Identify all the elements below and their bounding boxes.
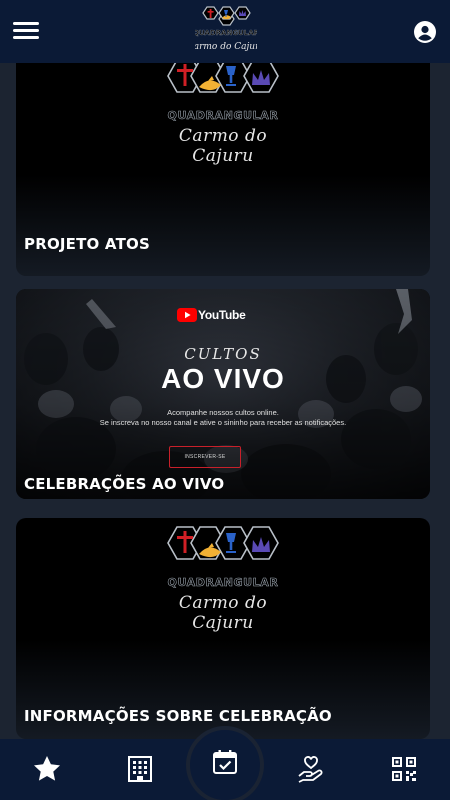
star-icon[interactable] bbox=[32, 754, 62, 784]
live-description-line1: Acompanhe nossos cultos online. bbox=[167, 408, 279, 417]
brand-name: QUADRANGULAR bbox=[167, 109, 279, 123]
card-projeto-atos[interactable]: QUADRANGULAR Carmo do Cajuru PROJETO ATO… bbox=[16, 63, 430, 276]
app-header: QUADRANGULAR Carmo do Cajuru bbox=[0, 0, 450, 63]
svg-text:Carmo do Cajuru: Carmo do Cajuru bbox=[195, 42, 257, 52]
account-circle-icon[interactable] bbox=[413, 20, 437, 44]
card-title: INFORMAÇÕES SOBRE CELEBRAÇÃO bbox=[24, 707, 332, 725]
brand-subtitle: Carmo do Cajuru bbox=[178, 126, 268, 166]
card-title: CELEBRAÇÕES AO VIVO bbox=[24, 475, 225, 493]
hamburger-menu-icon[interactable] bbox=[13, 21, 39, 41]
card-celebracoes-ao-vivo[interactable]: YouTube CULTOS AO VIVO Acompanhe nossos … bbox=[16, 289, 430, 499]
building-icon[interactable] bbox=[125, 754, 155, 784]
heart-hand-icon[interactable] bbox=[296, 754, 326, 784]
content-feed[interactable]: QUADRANGULAR Carmo do Cajuru PROJETO ATO… bbox=[0, 63, 450, 739]
brand-subtitle: Carmo do Cajuru bbox=[178, 593, 268, 633]
card-informacoes-celebracao[interactable]: QUADRANGULAR Carmo do Cajuru INFORMAÇÕES… bbox=[16, 518, 430, 739]
subscribe-button[interactable]: INSCREVER-SE bbox=[169, 446, 241, 468]
church-logo-icon[interactable]: QUADRANGULAR Carmo do Cajuru bbox=[195, 5, 257, 59]
ao-vivo-heading: AO VIVO bbox=[161, 363, 285, 394]
youtube-play-icon bbox=[177, 308, 197, 322]
calendar-check-icon[interactable] bbox=[211, 748, 239, 776]
card-title: PROJETO ATOS bbox=[24, 235, 150, 253]
qr-code-icon[interactable] bbox=[389, 754, 419, 784]
church-logo: QUADRANGULAR Carmo do Cajuru bbox=[164, 524, 282, 633]
logo-hex-icons bbox=[167, 526, 279, 560]
brand-name: QUADRANGULAR bbox=[167, 576, 279, 590]
svg-text:QUADRANGULAR: QUADRANGULAR bbox=[195, 29, 257, 37]
youtube-logo: YouTube bbox=[177, 307, 247, 323]
cultos-heading: CULTOS bbox=[184, 345, 262, 363]
bottom-navigation bbox=[0, 726, 450, 800]
logo-hex-icons bbox=[167, 63, 279, 93]
youtube-label: YouTube bbox=[198, 308, 246, 322]
church-logo: QUADRANGULAR Carmo do Cajuru bbox=[164, 63, 282, 166]
live-description-line2: Se inscreva no nosso canal e ative o sin… bbox=[99, 418, 347, 427]
